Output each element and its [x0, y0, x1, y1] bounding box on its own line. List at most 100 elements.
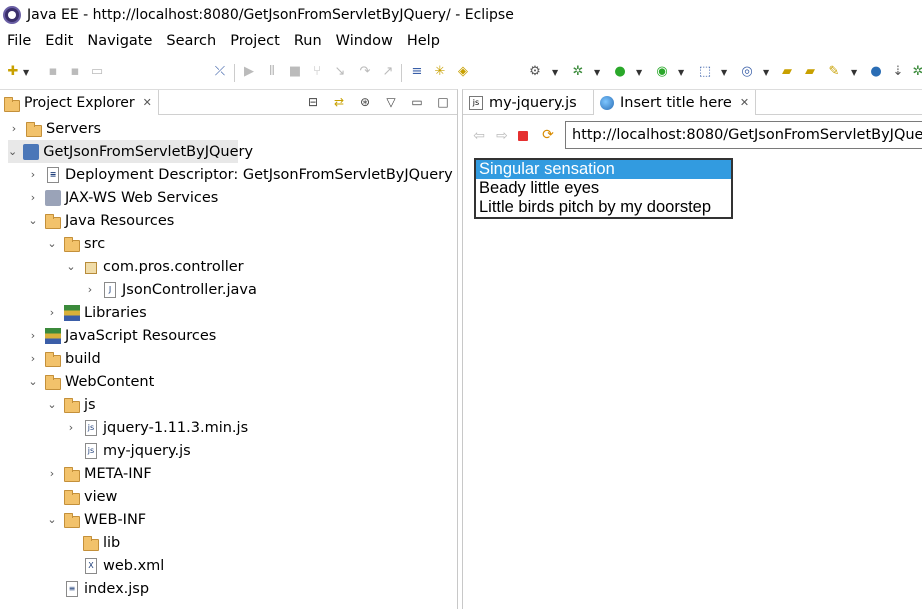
debug-icon[interactable]: ✲	[570, 64, 586, 80]
web-browser-icon[interactable]: ●	[868, 64, 884, 80]
open-folder-icon[interactable]: ▰	[779, 64, 795, 80]
menu-file[interactable]: File	[0, 30, 38, 53]
tree-item[interactable]: › JavaScript Resources	[27, 324, 216, 347]
tree-item[interactable]: › build	[27, 347, 101, 370]
pen-dropdown-icon[interactable]: ▼	[851, 66, 859, 80]
options-listbox[interactable]: Singular sensation Beady little eyes Lit…	[474, 158, 733, 219]
tree-item[interactable]: ⌄ src	[46, 232, 105, 255]
new-server-icon[interactable]: ⬚	[697, 64, 713, 80]
terminate-icon[interactable]: ■	[287, 64, 303, 80]
tree-item[interactable]: view	[46, 485, 117, 508]
run-external-dropdown-icon[interactable]: ▼	[678, 66, 686, 80]
pen-icon[interactable]: ✎	[826, 64, 842, 80]
menu-edit[interactable]: Edit	[38, 30, 80, 53]
tree-item[interactable]: › ≡ Deployment Descriptor: GetJsonFromSe…	[27, 163, 453, 186]
skip-breakpoints-icon[interactable]: ⤫	[212, 64, 228, 80]
menu-help[interactable]: Help	[400, 30, 447, 53]
new-icon[interactable]: ✚	[5, 64, 21, 80]
tab-project-explorer[interactable]: Project Explorer ✕	[0, 90, 159, 115]
new-dropdown-icon[interactable]: ▼	[23, 66, 31, 80]
chevron-down-icon[interactable]: ⌄	[46, 237, 58, 250]
chevron-right-icon[interactable]: ›	[27, 352, 39, 365]
suspend-icon[interactable]: Ⅱ	[264, 64, 280, 80]
new-server-dropdown-icon[interactable]: ▼	[721, 66, 729, 80]
stop-icon[interactable]	[518, 131, 528, 141]
resume-icon[interactable]: ▶	[241, 64, 257, 80]
tree-item[interactable]: X web.xml	[65, 554, 164, 577]
tab-insert-title-here[interactable]: Insert title here ✕	[593, 90, 757, 115]
open-type-icon[interactable]: ✳	[432, 64, 448, 80]
tree-item[interactable]: › J JsonController.java	[84, 278, 257, 301]
tree-item[interactable]: js my-jquery.js	[65, 439, 191, 462]
disconnect-icon[interactable]: ⑂	[309, 64, 325, 80]
list-option[interactable]: Little birds pitch by my doorstep	[476, 198, 731, 217]
menu-window[interactable]: Window	[329, 30, 400, 53]
tree-item[interactable]: › META-INF	[46, 462, 152, 485]
tree-item[interactable]: ⌄ js	[46, 393, 96, 416]
tab-my-jquery[interactable]: js my-jquery.js	[463, 90, 583, 115]
step-over-icon[interactable]: ↷	[357, 64, 373, 80]
menu-run[interactable]: Run	[287, 30, 329, 53]
settings-dropdown-icon[interactable]: ▼	[552, 66, 560, 80]
collapse-all-icon[interactable]: ⊟	[305, 94, 321, 110]
back-arrow-icon[interactable]: ⇦	[471, 128, 487, 144]
tree-item[interactable]: ⌄ GetJsonFromServletByJQuery	[8, 140, 253, 163]
tree-item[interactable]: lib	[65, 531, 120, 554]
close-icon[interactable]: ✕	[740, 96, 749, 109]
chevron-right-icon[interactable]: ›	[8, 122, 20, 135]
menu-project[interactable]: Project	[223, 30, 287, 53]
tree-item[interactable]: ⌄ WebContent	[27, 370, 154, 393]
tree-item[interactable]: › JAX-WS Web Services	[27, 186, 218, 209]
chevron-right-icon[interactable]: ›	[27, 191, 39, 204]
maximize-icon[interactable]: □	[435, 94, 451, 110]
tree-item[interactable]: › js jquery-1.11.3.min.js	[65, 416, 248, 439]
view-menu-icon[interactable]: ▽	[383, 94, 399, 110]
chevron-down-icon[interactable]: ⌄	[46, 513, 58, 526]
url-field[interactable]: http://localhost:8080/GetJsonFromServlet…	[565, 121, 922, 149]
chevron-down-icon[interactable]: ⌄	[27, 214, 39, 227]
print-icon[interactable]: ▭	[89, 64, 105, 80]
step-return-icon[interactable]: ↗	[380, 64, 396, 80]
tree-item[interactable]: › Servers	[8, 117, 101, 140]
run-external-icon[interactable]: ◉	[654, 64, 670, 80]
tree-item[interactable]: ⌄ Java Resources	[27, 209, 174, 232]
tree-item[interactable]: › Libraries	[46, 301, 147, 324]
list-option[interactable]: Beady little eyes	[476, 179, 731, 198]
chevron-down-icon[interactable]: ⌄	[27, 375, 39, 388]
chevron-down-icon[interactable]: ⌄	[46, 398, 58, 411]
list-option[interactable]: Singular sensation	[476, 160, 731, 179]
close-icon[interactable]: ✕	[143, 96, 152, 109]
tree-item[interactable]: ⌄ WEB-INF	[46, 508, 146, 531]
chevron-right-icon[interactable]: ›	[46, 467, 58, 480]
minimize-icon[interactable]: ▭	[409, 94, 425, 110]
menu-navigate[interactable]: Navigate	[80, 30, 159, 53]
save-all-icon[interactable]: ▪	[67, 64, 83, 80]
forward-arrow-icon[interactable]: ⇨	[494, 128, 510, 144]
previous-annotation-icon[interactable]: ✲	[910, 64, 922, 80]
tree-item[interactable]: ≡ index.jsp	[46, 577, 149, 600]
new-class-dropdown-icon[interactable]: ▼	[763, 66, 771, 80]
chevron-right-icon[interactable]: ›	[27, 168, 39, 181]
chevron-right-icon[interactable]: ›	[65, 421, 77, 434]
chevron-right-icon[interactable]: ›	[27, 329, 39, 342]
chevron-down-icon[interactable]: ⌄	[65, 260, 77, 273]
refresh-icon[interactable]: ⟳	[540, 127, 556, 143]
step-into-icon[interactable]: ↘	[332, 64, 348, 80]
filters-icon[interactable]: ⊛	[357, 94, 373, 110]
new-class-icon[interactable]: ◎	[739, 64, 755, 80]
tree-item[interactable]: ⌄ com.pros.controller	[65, 255, 243, 278]
settings-gear-icon[interactable]: ⚙	[527, 64, 543, 80]
link-with-editor-icon[interactable]: ⇄	[331, 94, 347, 110]
use-step-filters-icon[interactable]: ≡	[409, 64, 425, 80]
next-annotation-icon[interactable]: ⇣	[890, 64, 906, 80]
chevron-right-icon[interactable]: ›	[84, 283, 96, 296]
run-icon[interactable]: ●	[612, 64, 628, 80]
save-icon[interactable]: ▪	[45, 64, 61, 80]
run-dropdown-icon[interactable]: ▼	[636, 66, 644, 80]
debug-dropdown-icon[interactable]: ▼	[594, 66, 602, 80]
chevron-right-icon[interactable]: ›	[46, 306, 58, 319]
chevron-down-icon[interactable]: ⌄	[8, 145, 17, 158]
open-task-icon[interactable]: ◈	[455, 64, 471, 80]
open-project-icon[interactable]: ▰	[802, 64, 818, 80]
menu-search[interactable]: Search	[159, 30, 223, 53]
